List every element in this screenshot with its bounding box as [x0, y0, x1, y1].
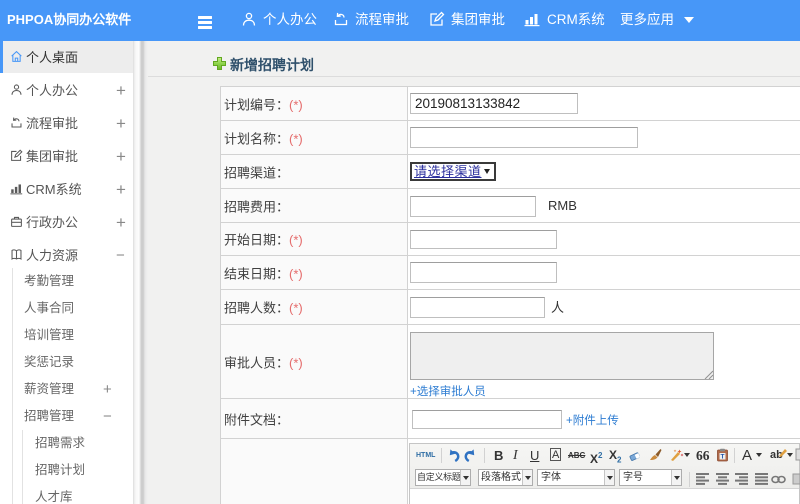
svg-text:T: T — [721, 454, 725, 461]
